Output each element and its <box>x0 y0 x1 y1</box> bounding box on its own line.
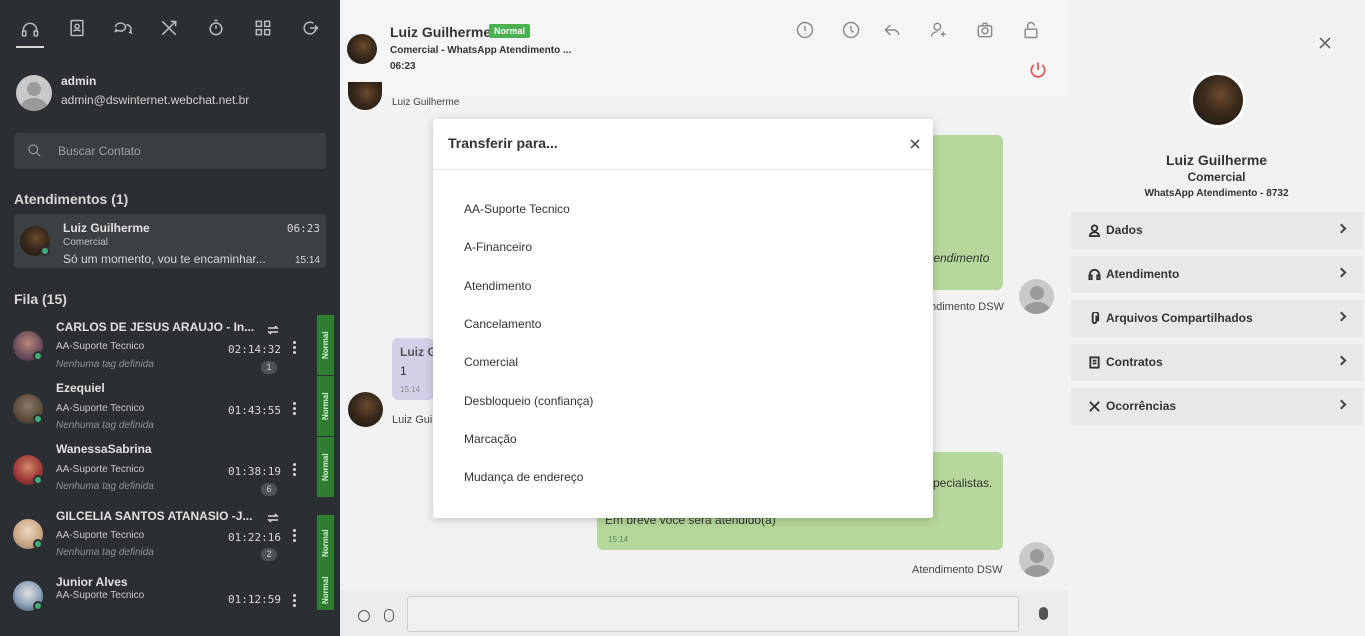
modal-overlay: Transferir para... AA-Suporte Tecnico A-… <box>0 0 1365 636</box>
transfer-option[interactable]: Atendimento <box>464 279 531 293</box>
divider <box>433 169 933 170</box>
transfer-option[interactable]: Comercial <box>464 355 518 369</box>
modal-title: Transferir para... <box>448 135 558 151</box>
transfer-option[interactable]: Mudança de endereço <box>464 470 583 484</box>
transfer-option[interactable]: AA-Suporte Tecnico <box>464 202 570 216</box>
transfer-option[interactable]: A-Financeiro <box>464 240 532 254</box>
transfer-option[interactable]: Desbloqueio (confiança) <box>464 394 593 408</box>
transfer-option[interactable]: Marcação <box>464 432 517 446</box>
transfer-modal: Transferir para... AA-Suporte Tecnico A-… <box>433 119 933 518</box>
close-icon[interactable] <box>909 137 921 149</box>
transfer-option[interactable]: Cancelamento <box>464 317 541 331</box>
